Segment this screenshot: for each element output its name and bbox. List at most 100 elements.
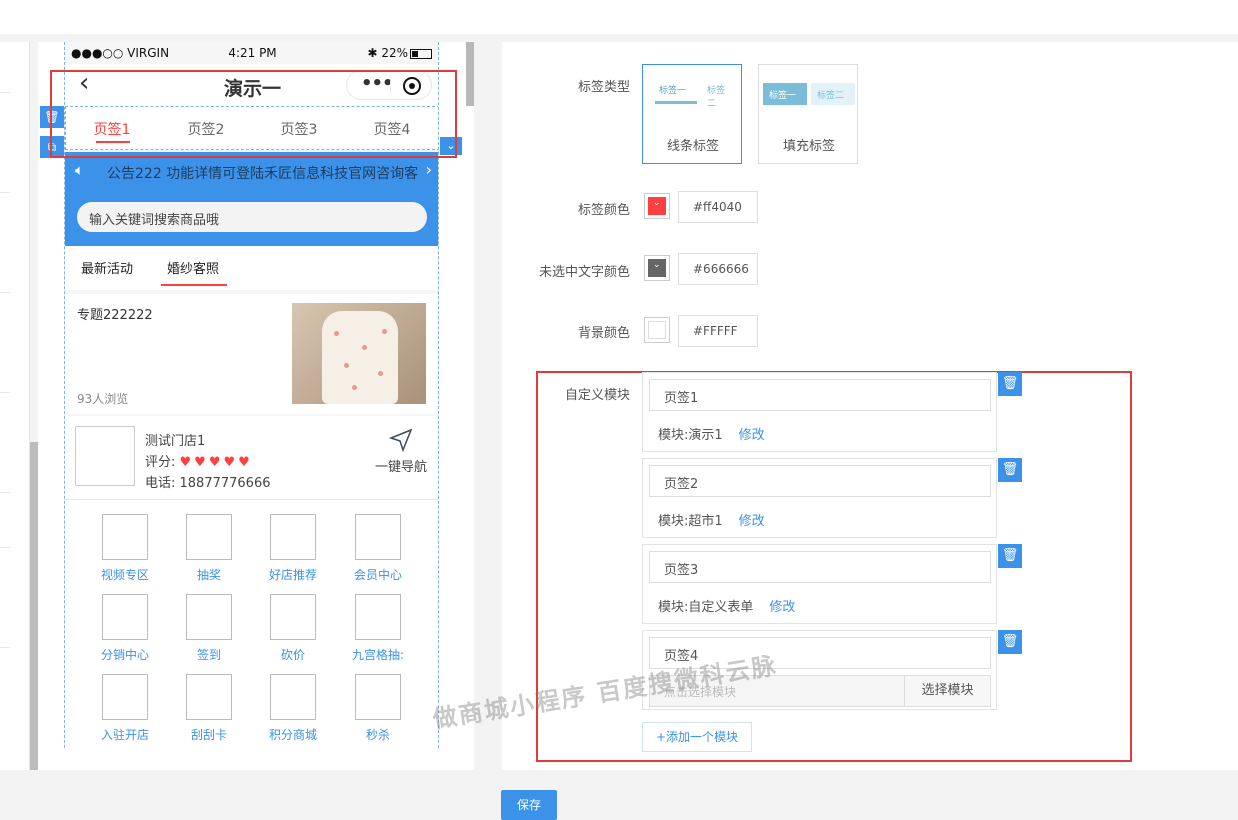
bg-color-label: 背景颜色 [577, 326, 630, 341]
status-bar: ●●●○○ VIRGIN 4:21 PM ✱ 22% [65, 42, 438, 64]
preview-scrollbar[interactable] [466, 42, 474, 106]
store-name: 测试门店1 [145, 434, 206, 449]
battery-status: ✱ 22% [367, 46, 432, 60]
delete-icon[interactable]: 🗑︎ [998, 544, 1022, 568]
grid-item-icon [102, 514, 148, 560]
left-panel [0, 42, 30, 770]
grid-item[interactable]: 会员中心 [336, 514, 420, 583]
grid-item-label: 刮刮卡 [190, 728, 227, 742]
module-name: 演示1 [688, 428, 723, 443]
tag-type-line[interactable]: 标签一 标签二 线条标签 [642, 64, 742, 164]
grid-item-label: 九宫格抽: [351, 648, 405, 662]
delete-icon[interactable]: 🗑︎ [998, 630, 1022, 654]
grid-item-icon [270, 594, 316, 640]
divider [0, 92, 10, 93]
grid-item-icon [355, 594, 401, 640]
category-tab-latest[interactable]: 最新活动 [81, 258, 133, 277]
edit-module-link[interactable]: 修改 [739, 428, 765, 443]
save-button[interactable]: 保存 [501, 790, 557, 820]
divider [0, 492, 10, 493]
grid-item[interactable]: 视频专区 [83, 514, 167, 583]
grid-item[interactable]: 分销中心 [83, 594, 167, 663]
rating-label: 评分: [145, 455, 176, 470]
module-name: 自定义表单 [688, 600, 754, 615]
search-input[interactable]: 输入关键词搜索商品哦 [77, 202, 427, 232]
tag-type-name: 线条标签 [666, 139, 719, 154]
chevron-right-icon: › [425, 160, 432, 179]
fill-tag-preview: 标签一 标签二 [763, 77, 855, 105]
category-tab-wedding[interactable]: 婚纱客照 [160, 258, 228, 286]
tag-type-name: 填充标签 [782, 139, 835, 154]
divider [0, 647, 10, 648]
module-item: 页签3 模块:自定义表单 修改 [642, 544, 997, 624]
divider [0, 547, 10, 548]
battery-icon [410, 48, 432, 59]
left-scrollbar[interactable] [30, 442, 38, 770]
divider [0, 292, 10, 293]
grid-item-label: 会员中心 [353, 568, 402, 582]
line-tag-preview: 标签一 标签二 [653, 77, 733, 109]
topic-title: 专题222222 [77, 308, 153, 323]
navigation-arrow-icon [389, 428, 413, 452]
grid-item[interactable]: 好店推荐 [251, 514, 335, 583]
topic-views: 93人浏览 [77, 392, 129, 406]
grid-item-label: 视频专区 [100, 568, 149, 582]
navigate-button[interactable]: 一键导航 [371, 428, 431, 475]
grid-item[interactable]: 积分商城 [251, 674, 335, 743]
tag-color-swatch[interactable]: ⌄ [644, 193, 670, 219]
grid-item-icon [270, 514, 316, 560]
grid-item-label: 秒杀 [365, 728, 390, 742]
grid-item[interactable]: 砍价 [251, 594, 335, 663]
custom-module-label: 自定义模块 [564, 388, 630, 403]
grid-item[interactable]: 秒杀 [336, 674, 420, 743]
topic-image [292, 303, 426, 404]
module-info: 模块:超市1 修改 [658, 510, 765, 529]
unselected-color-label: 未选中文字颜色 [538, 265, 630, 280]
highlight-box [50, 70, 457, 158]
module-name-input[interactable]: 页签2 [649, 465, 991, 497]
module-name-input[interactable]: 页签1 [649, 379, 991, 411]
divider [0, 192, 10, 193]
select-module-button[interactable]: 选择模块 [904, 676, 990, 706]
topic-card[interactable]: 专题222222 93人浏览 [65, 294, 438, 414]
grid-item-icon [270, 674, 316, 720]
grid-item-label: 抽奖 [196, 568, 221, 582]
grid-item[interactable]: 入驻开店 [83, 674, 167, 743]
module-info-label: 模块: [658, 600, 689, 615]
tag-color-label: 标签颜色 [577, 203, 630, 218]
add-module-button[interactable]: +添加一个模块 [642, 722, 752, 752]
tag-color-input[interactable]: #ff4040 [678, 191, 758, 223]
grid-item-label: 分销中心 [100, 648, 149, 662]
divider [0, 392, 10, 393]
grid-item-label: 签到 [196, 648, 221, 662]
unselected-color-input[interactable]: #666666 [678, 253, 758, 285]
store-rating: 评分: ♥♥♥♥♥ [145, 451, 253, 470]
unselected-color-swatch[interactable]: ⌄ [644, 255, 670, 281]
module-info: 模块:演示1 修改 [658, 424, 765, 443]
module-item: 页签2 模块:超市1 修改 [642, 458, 997, 538]
grid-item-label: 砍价 [280, 648, 305, 662]
preview-tag-2: 标签二 [817, 91, 845, 101]
grid-item[interactable]: 刮刮卡 [167, 674, 251, 743]
store-phone: 电话: 18877776666 [145, 476, 271, 491]
preview-tag-1: 标签一 [769, 91, 797, 101]
battery-level: 22% [381, 46, 408, 60]
delete-icon[interactable]: 🗑︎ [998, 458, 1022, 482]
grid-item[interactable]: 抽奖 [167, 514, 251, 583]
bg-color-input[interactable]: #FFFFF [678, 315, 758, 347]
grid-item-icon [102, 594, 148, 640]
grid-item[interactable]: 九宫格抽: [336, 594, 420, 663]
delete-icon[interactable]: 🗑︎ [998, 372, 1022, 396]
tag-type-fill[interactable]: 标签一 标签二 填充标签 [758, 64, 858, 164]
edit-module-link[interactable]: 修改 [739, 514, 765, 529]
top-bar [0, 0, 1238, 34]
bg-color-swatch[interactable] [644, 317, 670, 343]
grid-item[interactable]: 签到 [167, 594, 251, 663]
edit-module-link[interactable]: 修改 [769, 600, 795, 615]
module-info: 模块:自定义表单 修改 [658, 596, 795, 615]
module-name-input[interactable]: 页签3 [649, 551, 991, 583]
tag-type-label: 标签类型 [577, 80, 630, 95]
preview-tag-2: 标签二 [707, 86, 726, 109]
navigate-label: 一键导航 [374, 460, 427, 475]
grid-item-icon [102, 674, 148, 720]
